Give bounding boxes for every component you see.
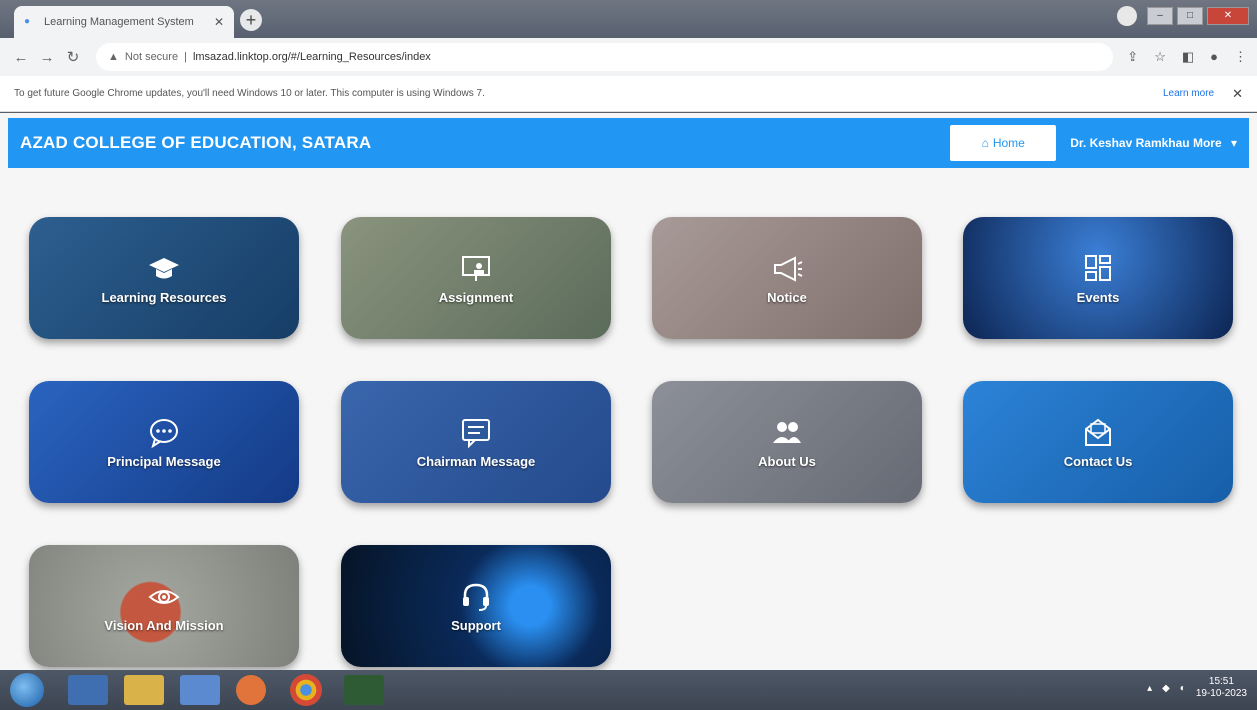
chat-bubble-icon xyxy=(147,416,181,450)
tile-label: Assignment xyxy=(438,289,514,305)
app-header: AZAD COLLEGE OF EDUCATION, SATARA ⌂ Home… xyxy=(8,118,1249,168)
college-title: AZAD COLLEGE OF EDUCATION, SATARA xyxy=(20,133,372,152)
tile-support[interactable]: Support xyxy=(341,545,611,667)
message-icon xyxy=(459,416,493,450)
tile-label: Events xyxy=(1076,289,1120,305)
tile-label: Vision And Mission xyxy=(104,617,224,633)
media-player-icon[interactable] xyxy=(180,675,220,705)
tile-assignment[interactable]: Assignment xyxy=(341,217,611,339)
share-icon[interactable]: ⇪ xyxy=(1127,49,1138,65)
layout-icon xyxy=(1081,252,1115,286)
graduation-cap-icon xyxy=(147,252,181,286)
profile-avatar-icon[interactable]: ● xyxy=(1210,49,1218,65)
tile-label: Chairman Message xyxy=(416,453,536,469)
maximize-button[interactable]: □ xyxy=(1177,7,1203,25)
reload-icon[interactable]: ↻ xyxy=(62,48,84,66)
eye-icon xyxy=(147,580,181,614)
tile-principal-message[interactable]: Principal Message xyxy=(29,381,299,503)
start-button[interactable] xyxy=(10,673,44,707)
address-bar[interactable]: ▲ Not secure | lmsazad.linktop.org/#/Lea… xyxy=(96,43,1114,71)
megaphone-icon xyxy=(770,252,804,286)
clock-time: 15:51 xyxy=(1208,676,1234,687)
security-label: Not secure xyxy=(124,51,179,63)
home-label: Home xyxy=(992,136,1025,150)
tile-chairman-message[interactable]: Chairman Message xyxy=(341,381,611,503)
network-icon[interactable]: ◆ xyxy=(1162,683,1170,694)
tile-label: Learning Resources xyxy=(101,289,227,305)
tile-learning-resources[interactable]: Learning Resources xyxy=(29,217,299,339)
tile-events[interactable]: Events xyxy=(963,217,1233,339)
tile-notice[interactable]: Notice xyxy=(652,217,922,339)
users-icon xyxy=(770,416,804,450)
tile-label: Contact Us xyxy=(1063,453,1133,469)
volume-icon[interactable]: ◐ xyxy=(1180,683,1186,694)
clock[interactable]: 15:51 19-10-2023 xyxy=(1196,676,1247,700)
browser-tab[interactable]: ● Learning Management System ✕ xyxy=(14,6,234,38)
side-panel-icon[interactable]: ◧ xyxy=(1182,49,1194,65)
tile-label: Notice xyxy=(767,289,807,305)
system-tray: ▴ ◆ ◐ 15:51 19-10-2023 xyxy=(1147,676,1247,700)
learn-more-link[interactable]: Learn more xyxy=(1163,88,1214,99)
update-infobar: To get future Google Chrome updates, you… xyxy=(0,76,1257,112)
tile-label: About Us xyxy=(758,453,816,469)
headset-icon xyxy=(459,580,493,614)
infobar-close-icon[interactable]: ✕ xyxy=(1232,86,1243,102)
file-explorer-icon[interactable] xyxy=(124,675,164,705)
tile-contact-us[interactable]: Contact Us xyxy=(963,381,1233,503)
page-content: AZAD COLLEGE OF EDUCATION, SATARA ⌂ Home… xyxy=(0,113,1257,670)
url-separator: | xyxy=(184,51,187,63)
presentation-icon xyxy=(459,252,493,286)
envelope-icon xyxy=(1081,416,1115,450)
toolbar-icons: ⇪ ☆ ◧ ● ⋮ xyxy=(1127,49,1247,65)
user-menu[interactable]: Dr. Keshav Ramkhau More ▾ xyxy=(1070,136,1237,150)
bookmark-star-icon[interactable]: ☆ xyxy=(1154,49,1166,65)
firefox-icon[interactable] xyxy=(236,675,266,705)
home-icon: ⌂ xyxy=(981,136,989,150)
menu-kebab-icon[interactable]: ⋮ xyxy=(1234,49,1247,65)
tray-expand-icon[interactable]: ▴ xyxy=(1147,683,1152,694)
close-window-button[interactable]: ✕ xyxy=(1207,7,1249,25)
app-icon[interactable] xyxy=(344,675,384,705)
windows-taskbar: ▴ ◆ ◐ 15:51 19-10-2023 xyxy=(0,670,1257,710)
tile-vision-and-mission[interactable]: Vision And Mission xyxy=(29,545,299,667)
tab-title: Learning Management System xyxy=(44,16,194,28)
tile-label: Support xyxy=(451,617,501,633)
chrome-icon[interactable] xyxy=(290,674,322,706)
back-icon[interactable]: ← xyxy=(10,49,32,66)
clock-date: 19-10-2023 xyxy=(1195,688,1247,699)
minimize-button[interactable]: – xyxy=(1147,7,1173,25)
user-name: Dr. Keshav Ramkhau More xyxy=(1070,136,1222,150)
browser-tabstrip: ● Learning Management System ✕ + – □ ✕ xyxy=(0,0,1257,38)
new-tab-button[interactable]: + xyxy=(240,9,262,31)
window-controls: – □ ✕ xyxy=(1117,6,1249,26)
internet-explorer-icon[interactable] xyxy=(68,675,108,705)
home-button[interactable]: ⌂ Home xyxy=(950,125,1057,161)
tile-about-us[interactable]: About Us xyxy=(652,381,922,503)
url-text: lmsazad.linktop.org/#/Learning_Resources… xyxy=(192,51,431,63)
warning-icon: ▲ xyxy=(108,51,119,63)
profile-icon[interactable] xyxy=(1117,6,1137,26)
tile-label: Principal Message xyxy=(107,453,221,469)
browser-toolbar: ← → ↻ ▲ Not secure | lmsazad.linktop.org… xyxy=(0,38,1257,76)
infobar-message: To get future Google Chrome updates, you… xyxy=(14,88,485,99)
tab-favicon-icon: ● xyxy=(24,16,31,27)
tab-close-icon[interactable]: ✕ xyxy=(214,15,224,29)
forward-icon[interactable]: → xyxy=(36,49,58,66)
chevron-down-icon: ▾ xyxy=(1230,136,1237,150)
